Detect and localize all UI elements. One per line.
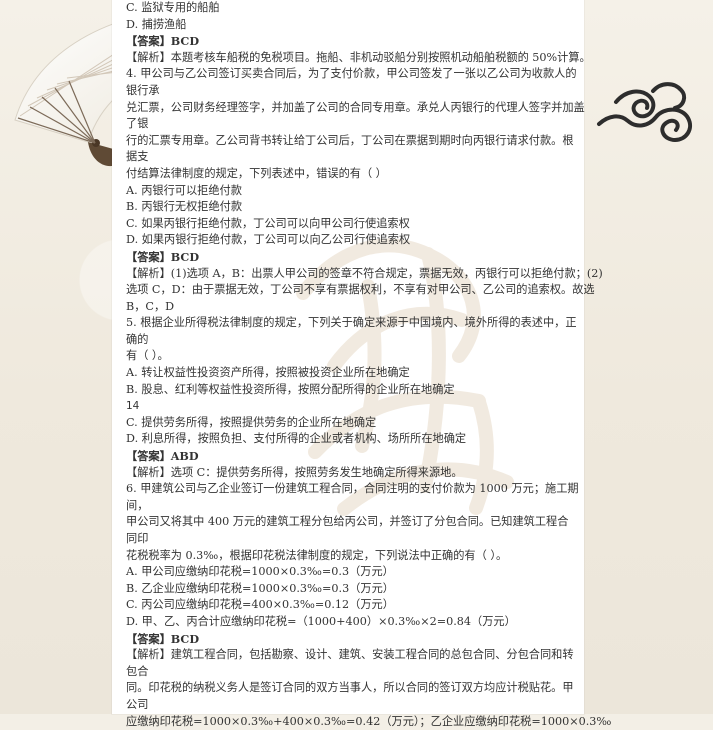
text-line-43: 公司 [126, 697, 149, 711]
text-line-20: 5. 根据企业所得税法律制度的规定，下列关于确定来源于中国境内、境外所得的表述中… [126, 316, 577, 330]
text-line-24: B. 股息、红利等权益性投资所得，按照分配所得的企业所在地确定 [126, 382, 455, 396]
text-line-18: 选项 C，D：由于票据无效，丁公司不享有票据权利，不享有对甲公司、乙公司的追索权… [126, 283, 595, 297]
text-line-35: A. 甲公司应缴纳印花税=1000×0.3‰=0.3（万元） [126, 565, 394, 579]
text-line-13: B. 丙银行无权拒绝付款 [126, 200, 243, 214]
text-line-32: 甲公司又将其中 400 万元的建筑工程分包给丙公司，并签订了分包合同。已知建筑工… [126, 515, 569, 529]
text-line-34: 花税税率为 0.3‰，根据印花税法律制度的规定，下列说法中正确的有（ ）。 [126, 548, 508, 562]
text-line-44: 应缴纳印花税=1000×0.3‰+400×0.3‰=0.42（万元）；乙企业应缴… [126, 714, 612, 728]
text-line-41: 包合 [126, 664, 149, 678]
text-line-37: C. 丙公司应缴纳印花税=400×0.3‰=0.12（万元） [126, 598, 394, 612]
text-line-27: D. 利息所得，按照负担、支付所得的企业或者机构、场所所在地确定 [126, 432, 467, 446]
text-line-26: C. 提供劳务所得，按照提供劳务的企业所在地确定 [126, 415, 377, 429]
text-line-42: 同。印花税的纳税义务人是签订合同的双方当事人，所以合同的签订双方均应计税贴花。甲 [126, 681, 574, 695]
page-number-14: 14 [126, 400, 140, 413]
text-line-10: 据支 [126, 150, 149, 164]
text-line-2: D. 捕捞渔船 [126, 17, 187, 31]
text-line-31: 间， [126, 498, 149, 512]
text-line-6: 银行承 [126, 83, 160, 97]
text-line-29: 【解析】选项 C：提供劳务所得，按照劳务发生地确定所得来源地。 [126, 465, 463, 479]
text-line-8: 了银 [126, 117, 149, 131]
text-line-40: 【解析】建筑工程合同，包括勘察、设计、建筑、安装工程合同的总包合同、分包合同和转 [126, 648, 574, 662]
text-line-7: 兑汇票，公司财务经理签字，并加盖了公司的合同专用章。承兑人丙银行的代理人签字并加… [126, 100, 585, 114]
text-line-9: 行的汇票专用章。乙公司背书转让给丁公司后，丁公司在票据到期时向丙银行请求付款。根 [126, 133, 574, 147]
text-line-14: C. 如果丙银行拒绝付款，丁公司可以向甲公司行使追索权 [126, 216, 410, 230]
text-line-23: A. 转让权益性投资资产所得，按照被投资企业所在地确定 [126, 366, 410, 380]
text-line-38: D. 甲、乙、丙合计应缴纳印花税=（1000+400）×0.3‰×2=0.84（… [126, 614, 516, 628]
text-line-16: 【答案】BCD [126, 249, 200, 264]
text-line-17: 【解析】(1)选项 A，B：出票人甲公司的签章不符合规定，票据无效，丙银行可以拒… [126, 266, 603, 280]
text-line-28: 【答案】ABD [126, 449, 199, 464]
text-line-36: B. 乙企业应缴纳印花税=1000×0.3‰=0.3（万元） [126, 581, 394, 595]
text-line-12: A. 丙银行可以拒绝付款 [126, 183, 242, 197]
text-line-4: 【解析】本题考核车船税的免税项目。拖船、非机动驳船分别按照机动船舶税额的 50%… [126, 50, 591, 64]
cloud-swirl-decoration-icon [597, 82, 693, 142]
document-text-block: C. 监狱专用的船舶 D. 捕捞渔船 【答案】BCD 【解析】本题考核车船税的免… [126, 0, 612, 730]
text-line-30: 6. 甲建筑公司与乙企业签订一份建筑工程合同，合同注明的支付价款为 1000 万… [126, 482, 579, 496]
text-line-5: 4. 甲公司与乙公司签订买卖合同后，为了支付价款，甲公司签发了一张以乙公司为收款… [126, 67, 577, 81]
text-line-39: 【答案】BCD [126, 631, 200, 646]
text-line-3: 【答案】BCD [126, 34, 200, 49]
text-line-1: C. 监狱专用的船舶 [126, 1, 220, 14]
text-line-33: 同印 [126, 532, 149, 545]
text-line-21: 确的 [126, 332, 149, 346]
text-line-22: 有（ ）。 [126, 349, 169, 363]
text-line-19: B，C，D [126, 299, 175, 313]
text-line-15: D. 如果丙银行拒绝付款，丁公司可以向乙公司行使追索权 [126, 233, 411, 247]
text-line-11: 付结算法律制度的规定，下列表述中，错误的有（ ） [126, 166, 387, 180]
